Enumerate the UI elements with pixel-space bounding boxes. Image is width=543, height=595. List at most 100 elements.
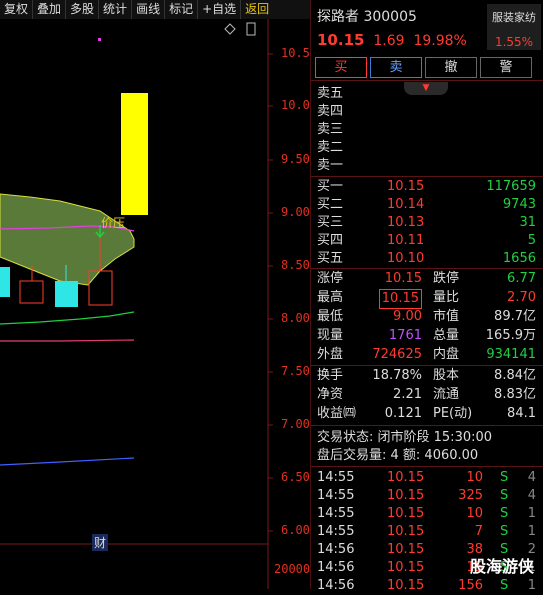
stat-value: 6.77 [507,271,536,286]
bid-volume: 31 [519,215,536,230]
candle-down [55,281,78,307]
stat-label: 市值 [433,309,460,324]
stat-label: 内盘 [433,347,460,362]
bid-label: 买一 [317,179,344,194]
stat-label: 总量 [433,328,460,343]
bid-row: 买四 10.11 5 [317,232,540,250]
stat-value: 8.84亿 [494,368,536,383]
alert-button[interactable]: 警 [480,57,532,78]
stat-label: 净资 [317,387,344,402]
tick-volume: 7 [474,524,483,539]
tick-time: 14:55 [317,524,355,539]
tick-row: 14:55 10.15 325 S 4 [317,487,540,505]
toolbar-back-button[interactable]: 返回 [241,0,273,19]
bid-label: 买四 [317,233,344,248]
toolbar-mark-button[interactable]: 标记 [165,0,199,19]
finance-marker[interactable]: 财 [92,534,109,551]
sector-box[interactable]: 服装家纺 1.55% [487,4,541,50]
stat-value: 934141 [486,347,536,362]
price-tick: 7.50 [281,364,310,378]
tick-row: 14:55 10.15 10 S 1 [317,505,540,523]
toolbar-fuquan-button[interactable]: 复权 [0,0,34,19]
bid-label: 买三 [317,215,344,230]
bid-row: 买三 10.13 31 [317,214,540,232]
volume-tick: 20000 [274,562,311,576]
tick-count: 1 [527,578,536,593]
bid-label: 买五 [317,251,344,266]
bid-volume: 1656 [502,251,536,266]
stat-label: 量比 [433,290,460,305]
tick-time: 14:56 [317,542,355,557]
price-summary: 10.15 1.69 19.98% [317,31,467,49]
stat-label: 收益㈣ [317,406,357,421]
buy-button[interactable]: 买 [315,57,367,78]
toolbar-multi-stock-button[interactable]: 多股 [66,0,100,19]
stat-value: 18.78% [372,368,422,383]
price-tick: 7.00 [281,417,310,431]
trade-buttons: 买 卖 撤 警 [315,57,532,78]
bid-label: 买二 [317,197,344,212]
bid-price: 10.11 [387,233,425,248]
bid-price: 10.14 [387,197,425,212]
ask-row: 卖五 [317,86,344,101]
stat-label: 涨停 [317,271,344,286]
price-tick: 8.00 [281,311,310,325]
diamond-icon [224,23,236,35]
stat-label: 跌停 [433,271,460,286]
tick-time: 14:56 [317,560,355,575]
stat-row: 最低 9.00 市值 89.7亿 [317,308,540,326]
stat-row: 收益㈣ 0.121 PE(动) 84.1 [317,405,540,423]
tick-time: 14:56 [317,578,355,593]
stat-value: 0.121 [384,406,422,421]
stat-label: 外盘 [317,347,344,362]
last-price: 10.15 [317,31,365,49]
pressure-annotation: 价压 [101,216,126,230]
toolbar-add-watchlist-button[interactable]: +自选 [198,0,242,19]
price-tick: 9.50 [281,152,310,166]
candle-up [19,280,44,304]
stat-value: 2.70 [507,290,536,305]
stat-row: 外盘 724625 内盘 934141 [317,346,540,364]
stat-value: 165.9万 [485,328,536,343]
stat-label: 股本 [433,368,460,383]
stat-value: 10.15 [384,271,422,286]
bid-row: 买一 10.15 117659 [317,178,540,196]
stat-label: 流通 [433,387,460,402]
tick-price: 10.15 [387,578,425,593]
bid-price: 10.15 [387,179,425,194]
price-tick: 9.00 [281,205,310,219]
ask-row: 卖二 [317,140,344,155]
toolbar-stats-button[interactable]: 统计 [99,0,133,19]
tick-side: S [500,524,509,539]
bid-price: 10.13 [387,215,425,230]
bid-row: 买五 10.10 1656 [317,250,540,268]
watermark: 股海游侠 [469,557,534,576]
tick-side: S [500,470,509,485]
tick-volume: 10 [466,506,483,521]
tick-side: S [500,578,509,593]
cancel-order-button[interactable]: 撤 [425,57,477,78]
stat-row: 换手 18.78% 股本 8.84亿 [317,367,540,385]
tick-row: 14:55 10.15 10 S 4 [317,469,540,487]
stat-label: 最高 [317,290,344,305]
price-change: 1.69 [373,33,405,49]
panel-toggle-icon [246,22,256,36]
tick-price: 10.15 [387,488,425,503]
stat-value: 9.00 [393,309,422,324]
sector-name: 服装家纺 [492,11,536,24]
cloud-band [0,193,135,286]
tick-row: 14:55 10.15 7 S 1 [317,523,540,541]
toolbar-draw-line-button[interactable]: 画线 [132,0,166,19]
bid-price: 10.10 [387,251,425,266]
ask-row: 卖一 [317,158,344,173]
kline-chart[interactable]: 价压 财 10.50 10.00 9.50 9.00 8.50 8.00 7.5… [0,19,317,589]
tick-time: 14:55 [317,506,355,521]
stat-row: 现量 1761 总量 165.9万 [317,327,540,345]
stat-label: 换手 [317,368,344,383]
after-hours-volume: 盘后交易量: 4 额: 4060.00 [317,448,479,463]
tick-side: S [500,488,509,503]
stat-value: 2.21 [393,387,422,402]
sell-button[interactable]: 卖 [370,57,422,78]
toolbar-overlay-button[interactable]: 叠加 [33,0,67,19]
quote-panel: 探路者 300005 10.15 1.69 19.98% 服装家纺 1.55% … [310,0,543,593]
